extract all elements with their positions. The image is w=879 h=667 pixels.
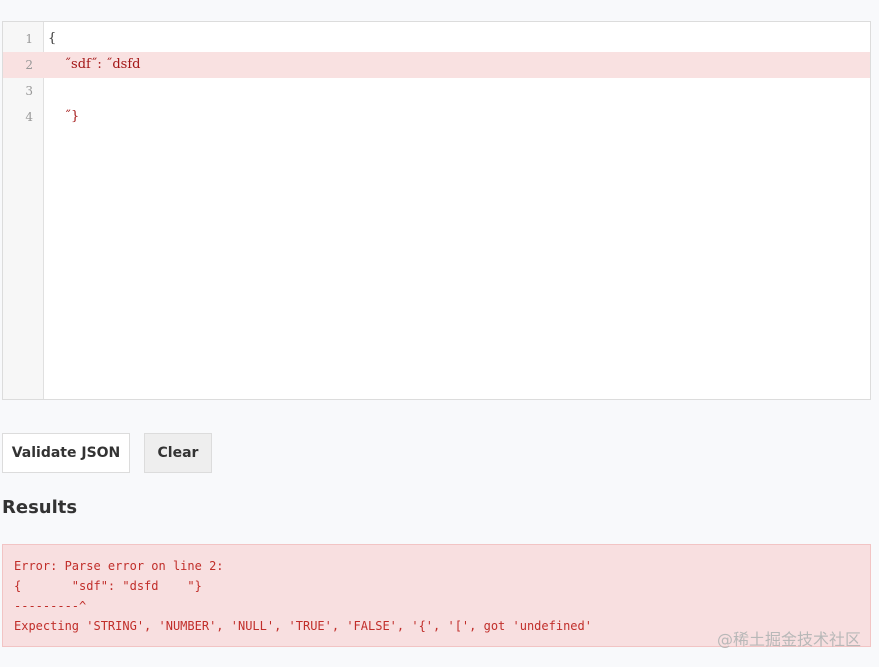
result-line-2: { "sdf": "dsfd "} bbox=[14, 579, 202, 593]
code-line-4[interactable]: 4 ˝} bbox=[3, 104, 870, 130]
results-heading: Results bbox=[2, 497, 78, 518]
line-number-2: 2 bbox=[25, 58, 33, 72]
line-text-1[interactable]: { bbox=[48, 26, 56, 52]
code-line-2[interactable]: 2 ˝sdf˝: ˝dsfd bbox=[3, 52, 870, 78]
line-number-1: 1 bbox=[25, 32, 33, 46]
validate-json-button[interactable]: Validate JSON bbox=[2, 433, 130, 473]
code-line-3[interactable]: 3 bbox=[3, 78, 870, 104]
result-line-3: ---------^ bbox=[14, 599, 87, 613]
line-text-2[interactable]: ˝sdf˝: ˝dsfd bbox=[48, 52, 141, 78]
result-line-1: Error: Parse error on line 2: bbox=[14, 559, 224, 573]
code-line-1[interactable]: 1 { bbox=[3, 26, 870, 52]
line-number-3: 3 bbox=[25, 84, 33, 98]
clear-button[interactable]: Clear bbox=[144, 433, 212, 473]
line-text-4[interactable]: ˝} bbox=[48, 104, 80, 130]
json-editor[interactable]: 1 { 2 ˝sdf˝: ˝dsfd 3 4 ˝} bbox=[2, 21, 871, 400]
line-number-4: 4 bbox=[25, 110, 33, 124]
watermark-text: @稀土掘金技术社区 bbox=[716, 630, 861, 649]
